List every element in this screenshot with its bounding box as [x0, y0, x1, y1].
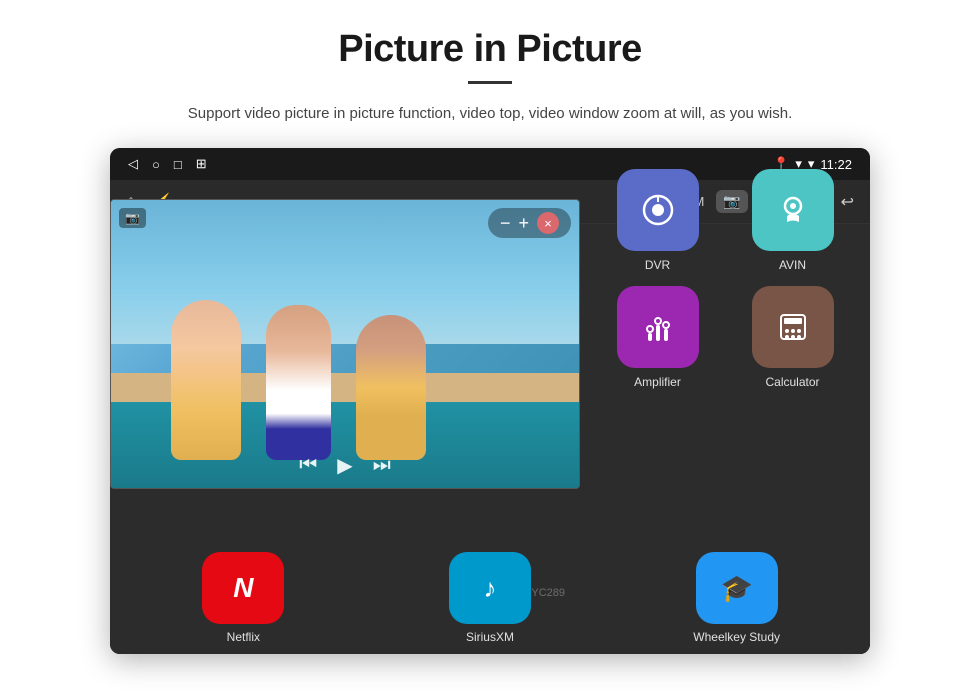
- pip-close-icon: ×: [544, 216, 552, 231]
- watermark: YC289: [531, 587, 565, 599]
- status-bar-left: ◁ ○ □ ⊞: [128, 156, 207, 172]
- app-calculator[interactable]: Calculator: [735, 286, 850, 389]
- next-button[interactable]: ⏭: [373, 454, 391, 477]
- app-wheelkey[interactable]: 🎓 Wheelkey Study: [687, 552, 787, 644]
- pip-plus-button[interactable]: +: [518, 213, 529, 234]
- pip-minus-button[interactable]: −: [500, 213, 511, 234]
- avin-icon: [752, 169, 834, 251]
- wheelkey-label: Wheelkey Study: [693, 630, 780, 644]
- amplifier-icon: [617, 286, 699, 368]
- app-dvr[interactable]: DVR: [600, 169, 715, 272]
- dvr-icon: [617, 169, 699, 251]
- person2: [266, 305, 331, 460]
- recent-nav-icon[interactable]: □: [174, 157, 182, 172]
- page-title: Picture in Picture: [338, 28, 642, 71]
- play-button[interactable]: ▶: [337, 453, 352, 478]
- back-nav-icon[interactable]: ◁: [128, 156, 138, 172]
- siriusxm-icon: ♪: [449, 552, 531, 624]
- amplifier-label: Amplifier: [634, 375, 681, 389]
- menu-nav-icon[interactable]: ⊞: [196, 156, 207, 172]
- pip-video-inner: 📷 − + × ⏮ ▶ ⏭: [111, 200, 579, 488]
- dvr-label: DVR: [645, 258, 670, 272]
- netflix-icon: N: [202, 552, 284, 624]
- video-controls: 📷 − + ×: [119, 208, 571, 238]
- app-amplifier[interactable]: Amplifier: [600, 286, 715, 389]
- app-area: 📷 − + × ⏮ ▶ ⏭: [110, 224, 870, 654]
- app-siriusxm[interactable]: ♪ SiriusXM: [440, 552, 540, 644]
- calculator-icon: [752, 286, 834, 368]
- calculator-label: Calculator: [765, 375, 819, 389]
- record-icon: 📷: [119, 208, 146, 228]
- apps-right-grid: DVR AVIN: [580, 159, 870, 399]
- netflix-label: Netflix: [227, 630, 260, 644]
- wheelkey-icon: 🎓: [696, 552, 778, 624]
- person3: [356, 315, 426, 460]
- pip-close-button[interactable]: ×: [537, 212, 559, 234]
- pip-controls: − + ×: [488, 208, 571, 238]
- prev-button[interactable]: ⏮: [299, 454, 317, 477]
- page-subtitle: Support video picture in picture functio…: [188, 102, 792, 126]
- video-bottom-controls: ⏮ ▶ ⏭: [121, 453, 569, 478]
- avin-label: AVIN: [779, 258, 806, 272]
- app-avin[interactable]: AVIN: [735, 169, 850, 272]
- pip-video[interactable]: 📷 − + × ⏮ ▶ ⏭: [110, 199, 580, 489]
- apps-bottom-row: N Netflix ♪ SiriusXM 🎓 Wheelkey Study: [110, 544, 870, 654]
- person1: [171, 300, 241, 460]
- siriusxm-label: SiriusXM: [466, 630, 514, 644]
- home-nav-icon[interactable]: ○: [152, 157, 160, 172]
- title-divider: [468, 81, 512, 84]
- device-frame: ◁ ○ □ ⊞ 📍 ▾ ▾ 11:22 ⌂ ⚡ ▾ 5:28 PM 📷: [110, 148, 870, 654]
- app-netflix[interactable]: N Netflix: [193, 552, 293, 644]
